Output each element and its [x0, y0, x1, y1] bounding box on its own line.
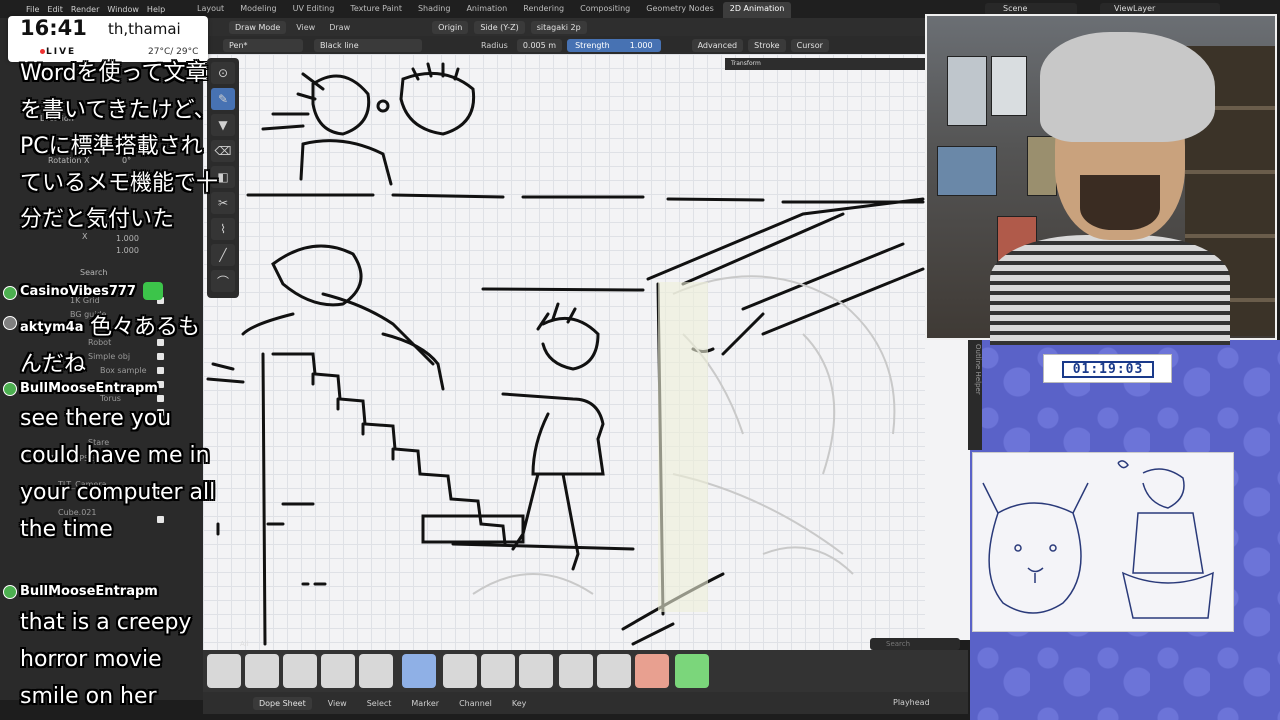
tab-uv-editing[interactable]: UV Editing [286, 2, 342, 18]
chat-username: BullMooseEntrapm [20, 584, 158, 599]
brush-thumbnail[interactable] [519, 654, 553, 688]
brush-thumbnail[interactable] [283, 654, 317, 688]
stroke-dropdown[interactable]: Stroke [748, 38, 786, 52]
menu-edit[interactable]: Edit [43, 5, 67, 14]
scene-name: Scene [1003, 4, 1028, 13]
strength-value: 1.000 [629, 40, 653, 50]
brush-thumbnail[interactable] [597, 654, 631, 688]
menu-view[interactable]: View [324, 697, 351, 710]
tab-animation[interactable]: Animation [459, 2, 514, 18]
chat-message-text: Wordを使って文章を書いてきたけど、PCに標準搭載されているメモ機能で十分だと… [20, 61, 219, 232]
menu-select[interactable]: Select [363, 697, 396, 710]
brush-thumbnail[interactable] [481, 654, 515, 688]
brush-thumbnail[interactable] [443, 654, 477, 688]
tab-2d-animation[interactable]: 2D Animation [722, 2, 792, 18]
chat-username: CasinoVibes777 [20, 284, 136, 299]
brush-thumbnail[interactable] [635, 654, 669, 688]
menu-draw[interactable]: Draw [325, 21, 354, 34]
menu-channel[interactable]: Channel [455, 697, 496, 710]
dope-sheet-header: Dope Sheet View Select Marker Channel Ke… [203, 692, 968, 714]
chat-message-text: 色々あるもんだね [20, 315, 201, 377]
playhead-dropdown[interactable]: Playhead [893, 698, 930, 707]
tool-settings-header: Pen* Black line Radius 0.005 m Strength … [203, 36, 925, 54]
strength-slider[interactable]: Strength 1.000 [567, 38, 661, 52]
brush-thumbnail-active[interactable] [402, 654, 436, 688]
brush-category-all[interactable]: All [240, 640, 249, 648]
sketch-drawing [206, 62, 925, 646]
material-dropdown[interactable]: Black line [314, 38, 422, 52]
menu-render[interactable]: Render [67, 5, 103, 14]
tab-outline-helper[interactable]: Outline Helper [974, 344, 982, 395]
reference-sketch [982, 460, 1214, 619]
viewport-header: Draw Mode View Draw Origin Side (Y-Z) si… [203, 18, 925, 36]
brush-thumbnail[interactable] [245, 654, 279, 688]
object-dropdown[interactable]: sitagaki 2p [530, 20, 587, 34]
transform-label: Transform [731, 60, 761, 67]
brush-thumbnail[interactable] [321, 654, 355, 688]
viewlayer-name: ViewLayer [1114, 4, 1156, 13]
poster [991, 56, 1027, 116]
poster [1027, 136, 1057, 196]
brush-thumbnail[interactable] [359, 654, 393, 688]
origin-dropdown[interactable]: Origin [432, 20, 469, 34]
stream-chat-overlay: Wordを使って文章を書いてきたけど、PCに標準搭載されているメモ機能で十分だと… [0, 60, 218, 720]
radius-label: Radius [481, 40, 508, 50]
menu-marker[interactable]: Marker [407, 697, 443, 710]
clock-time: 16:41 [20, 16, 87, 40]
timer-value: 01:19:03 [1062, 361, 1154, 378]
chat-badge-icon [3, 585, 17, 599]
menu-view[interactable]: View [292, 21, 319, 34]
strength-label: Strength [575, 40, 610, 50]
tab-shading[interactable]: Shading [411, 2, 458, 18]
sidebar-tabs: Outline Helper [968, 340, 982, 450]
chat-badge-icon [3, 382, 17, 396]
cursor-dropdown[interactable]: Cursor [790, 38, 829, 52]
menu-window[interactable]: Window [103, 5, 143, 14]
workspace-tabs: Layout Modeling UV Editing Texture Paint… [190, 2, 792, 18]
menu-key[interactable]: Key [508, 697, 531, 710]
person-shirt [990, 235, 1230, 345]
tab-texture-paint[interactable]: Texture Paint [343, 2, 409, 18]
advanced-dropdown[interactable]: Advanced [691, 38, 744, 52]
brush-thumbnail[interactable] [675, 654, 709, 688]
timelapse-timer: 01:19:03 [1043, 354, 1172, 383]
canvas-right-edge [925, 340, 970, 640]
brush-search-input[interactable]: Search [870, 638, 960, 650]
brush-thumbnail[interactable] [559, 654, 593, 688]
chat-username: BullMooseEntrapm [20, 381, 158, 396]
chat-badge-icon [3, 286, 17, 300]
menu-help[interactable]: Help [143, 5, 169, 14]
menu-file[interactable]: File [22, 5, 43, 14]
axis-dropdown[interactable]: Side (Y-Z) [474, 20, 525, 34]
frog-emote-icon [143, 282, 163, 300]
towel-on-head [1040, 32, 1215, 142]
brush-search-placeholder: Search [886, 640, 911, 648]
tab-compositing[interactable]: Compositing [573, 2, 637, 18]
live-indicator-icon [40, 49, 45, 54]
blender-window: Location Rotation X 0° X 1.000 1.000 Sea… [0, 0, 1280, 720]
radius-field[interactable]: 0.005 m [516, 38, 563, 52]
tab-rendering[interactable]: Rendering [516, 2, 571, 18]
chat-message-text: that is a creepy horror movie smile on h… [20, 610, 192, 709]
drawing-canvas[interactable] [203, 54, 925, 650]
reference-image [972, 452, 1234, 632]
person-beard [1080, 175, 1160, 230]
poster [937, 146, 997, 196]
mode-dropdown[interactable]: Draw Mode [229, 20, 287, 34]
transform-panel[interactable]: Transform [725, 58, 925, 70]
poster [947, 56, 987, 126]
dope-sheet-mode-dropdown[interactable]: Dope Sheet [253, 696, 312, 710]
tab-modeling[interactable]: Modeling [233, 2, 283, 18]
brush-asset-shelf [203, 650, 968, 692]
chat-badge-icon [3, 316, 17, 330]
clock-city: th,thamai [108, 20, 181, 38]
brush-dropdown[interactable]: Pen* [223, 38, 303, 52]
chat-message-text: see there you could have me in your comp… [20, 406, 216, 542]
tab-geometry-nodes[interactable]: Geometry Nodes [639, 2, 720, 18]
brush-thumbnail[interactable] [207, 654, 241, 688]
